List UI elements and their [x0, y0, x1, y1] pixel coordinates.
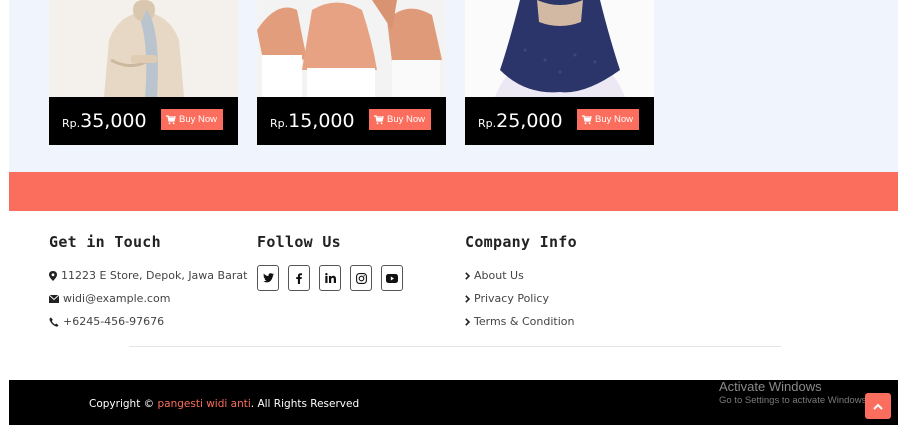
- privacy-policy-label: Privacy Policy: [474, 292, 549, 305]
- cart-icon: [166, 114, 176, 124]
- twitter-icon: [262, 273, 274, 283]
- price-bar: Rp.25,000 Buy Now: [465, 97, 654, 145]
- about-us-link[interactable]: About Us: [465, 264, 577, 287]
- phone-text: +6245-456-97676: [63, 315, 165, 328]
- product-image[interactable]: [49, 0, 238, 97]
- email-line: widi@example.com: [49, 287, 247, 310]
- activate-windows-title: Activate Windows: [719, 379, 822, 394]
- get-in-touch-heading: Get in Touch: [49, 233, 161, 251]
- buy-now-button[interactable]: Buy Now: [577, 109, 640, 130]
- product-card[interactable]: Rp.25,000 Buy Now: [465, 0, 654, 145]
- buy-now-button[interactable]: Buy Now: [369, 109, 432, 130]
- accent-band: [9, 172, 898, 211]
- envelope-icon: [49, 294, 59, 303]
- buy-now-label: Buy Now: [595, 114, 634, 125]
- map-marker-icon: [49, 270, 57, 281]
- copyright-bar: Copyright © pangesti widi anti. All Righ…: [9, 379, 898, 425]
- linkedin-link[interactable]: [319, 265, 341, 291]
- facebook-link[interactable]: [288, 265, 310, 291]
- product-price: Rp.35,000: [62, 110, 147, 132]
- products-section: Rp.35,000 Buy Now Rp.15,000 Buy Now Rp.2…: [9, 0, 898, 172]
- get-in-touch-column: Get in Touch 11223 E Store, Depok, Jawa …: [49, 233, 247, 333]
- price-bar: Rp.15,000 Buy Now: [257, 97, 446, 145]
- product-card[interactable]: Rp.35,000 Buy Now: [49, 0, 238, 145]
- twitter-link[interactable]: [257, 265, 279, 291]
- privacy-policy-link[interactable]: Privacy Policy: [465, 287, 577, 310]
- facebook-icon: [296, 272, 302, 284]
- instagram-link[interactable]: [350, 265, 372, 291]
- about-us-label: About Us: [474, 269, 524, 282]
- address-line: 11223 E Store, Depok, Jawa Barat: [49, 264, 247, 287]
- copyright-text: Copyright © pangesti widi anti. All Righ…: [89, 398, 360, 410]
- youtube-icon: [386, 273, 398, 283]
- product-price: Rp.15,000: [270, 110, 355, 132]
- product-image[interactable]: [465, 0, 654, 97]
- price-bar: Rp.35,000 Buy Now: [49, 97, 238, 145]
- cart-icon: [374, 114, 384, 124]
- brand-link[interactable]: pangesti widi anti: [158, 398, 251, 410]
- youtube-link[interactable]: [381, 265, 403, 291]
- footer-divider: [129, 346, 781, 347]
- follow-us-heading: Follow Us: [257, 233, 341, 251]
- cart-icon: [582, 114, 592, 124]
- chevron-up-icon: [873, 403, 883, 410]
- terms-condition-label: Terms & Condition: [474, 315, 575, 328]
- chevron-right-icon: [465, 271, 470, 280]
- buy-now-label: Buy Now: [387, 114, 426, 125]
- activate-windows-hint: Go to Settings to activate Windows.: [719, 395, 869, 406]
- terms-condition-link[interactable]: Terms & Condition: [465, 310, 577, 333]
- address-text: 11223 E Store, Depok, Jawa Barat: [61, 269, 248, 282]
- buy-now-button[interactable]: Buy Now: [161, 109, 224, 130]
- follow-us-column: Follow Us: [257, 233, 403, 291]
- email-text: widi@example.com: [63, 292, 171, 305]
- instagram-icon: [355, 272, 367, 284]
- social-links: [257, 265, 403, 291]
- company-info-heading: Company Info: [465, 233, 577, 251]
- phone-icon: [49, 317, 59, 327]
- chevron-right-icon: [465, 294, 470, 303]
- product-price: Rp.25,000: [478, 110, 563, 132]
- back-to-top-button[interactable]: [865, 393, 891, 419]
- company-info-column: Company Info About Us Privacy Policy Ter…: [465, 233, 577, 333]
- buy-now-label: Buy Now: [179, 114, 218, 125]
- linkedin-icon: [324, 273, 336, 283]
- product-card[interactable]: Rp.15,000 Buy Now: [257, 0, 446, 145]
- phone-line: +6245-456-97676: [49, 310, 247, 333]
- product-image[interactable]: [257, 0, 446, 97]
- chevron-right-icon: [465, 317, 470, 326]
